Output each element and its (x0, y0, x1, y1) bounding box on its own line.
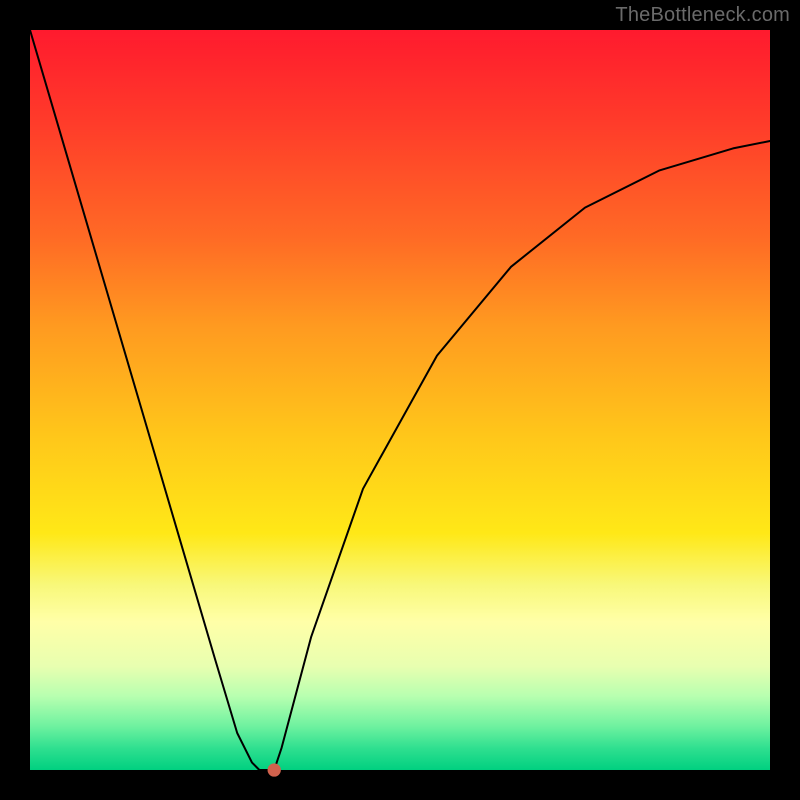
optimum-marker (268, 763, 281, 776)
chart-frame: TheBottleneck.com (0, 0, 800, 800)
curve-layer (30, 30, 770, 770)
plot-area (30, 30, 770, 770)
bottleneck-curve (30, 30, 770, 770)
watermark-text: TheBottleneck.com (615, 4, 790, 27)
